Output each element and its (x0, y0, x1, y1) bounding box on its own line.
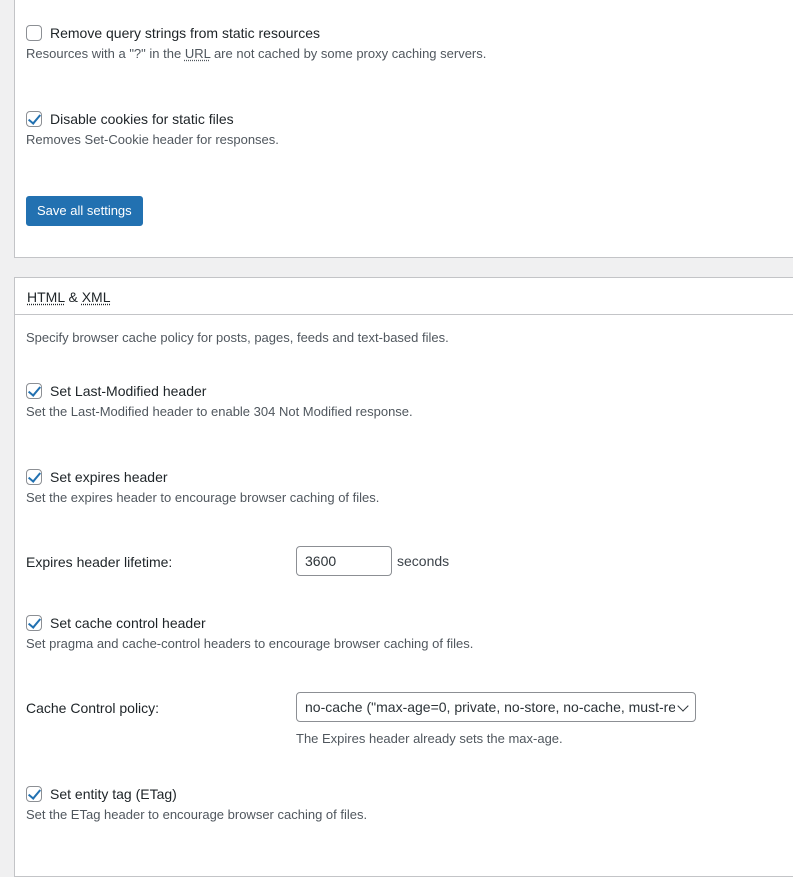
save-all-settings-button[interactable]: Save all settings (26, 196, 143, 226)
disable-cookies-checkbox[interactable] (26, 111, 42, 127)
cache-control-description: Set pragma and cache-control headers to … (26, 636, 474, 651)
section-intro: Specify browser cache policy for posts, … (26, 330, 449, 345)
last-modified-option: Set Last-Modified header Set the Last-Mo… (26, 381, 413, 419)
remove-query-strings-option: Remove query strings from static resourc… (26, 23, 486, 61)
expires-checkbox[interactable] (26, 469, 42, 485)
expires-lifetime-unit: seconds (397, 553, 450, 569)
desc-text: Resources with a "?" in the (26, 46, 185, 61)
cache-control-label[interactable]: Set cache control header (50, 615, 206, 631)
panel-title: HTML & XML (27, 289, 111, 305)
remove-query-strings-description: Resources with a "?" in the URL are not … (26, 46, 486, 61)
remove-query-strings-checkbox[interactable] (26, 25, 42, 41)
disable-cookies-label[interactable]: Disable cookies for static files (50, 111, 234, 127)
cache-control-checkbox[interactable] (26, 615, 42, 631)
last-modified-label[interactable]: Set Last-Modified header (50, 383, 206, 399)
xml-abbr: XML (81, 289, 111, 305)
etag-label[interactable]: Set entity tag (ETag) (50, 786, 177, 802)
url-abbr: URL (184, 46, 211, 61)
etag-checkbox[interactable] (26, 786, 42, 802)
general-settings-panel: Remove query strings from static resourc… (14, 0, 793, 258)
cache-control-policy-select[interactable]: no-cache ("max-age=0, private, no-store,… (296, 692, 696, 722)
cache-control-policy-hint: The Expires header already sets the max-… (296, 731, 563, 746)
expires-description: Set the expires header to encourage brow… (26, 490, 380, 505)
title-ampersand: & (64, 289, 82, 305)
expires-lifetime-label: Expires header lifetime: (26, 554, 173, 570)
expires-option: Set expires header Set the expires heade… (26, 467, 379, 505)
cache-control-policy-label: Cache Control policy: (26, 700, 160, 716)
panel-header: HTML & XML (15, 278, 793, 315)
last-modified-checkbox[interactable] (26, 383, 42, 399)
html-xml-panel: HTML & XML Specify browser cache policy … (14, 277, 793, 877)
disable-cookies-description: Removes Set-Cookie header for responses. (26, 132, 279, 147)
expires-lifetime-input[interactable] (296, 546, 392, 576)
etag-option: Set entity tag (ETag) Set the ETag heade… (26, 784, 367, 822)
cache-control-option: Set cache control header Set pragma and … (26, 613, 473, 651)
etag-description: Set the ETag header to encourage browser… (26, 807, 368, 822)
expires-label[interactable]: Set expires header (50, 469, 168, 485)
cache-control-policy-selected: no-cache ("max-age=0, private, no-store,… (305, 699, 675, 715)
last-modified-description: Set the Last-Modified header to enable 3… (26, 404, 413, 419)
disable-cookies-option: Disable cookies for static files Removes… (26, 109, 279, 147)
html-abbr: HTML (27, 289, 65, 305)
desc-text: are not cached by some proxy caching ser… (210, 46, 487, 61)
chevron-down-icon (677, 700, 689, 712)
remove-query-strings-label[interactable]: Remove query strings from static resourc… (50, 25, 320, 41)
